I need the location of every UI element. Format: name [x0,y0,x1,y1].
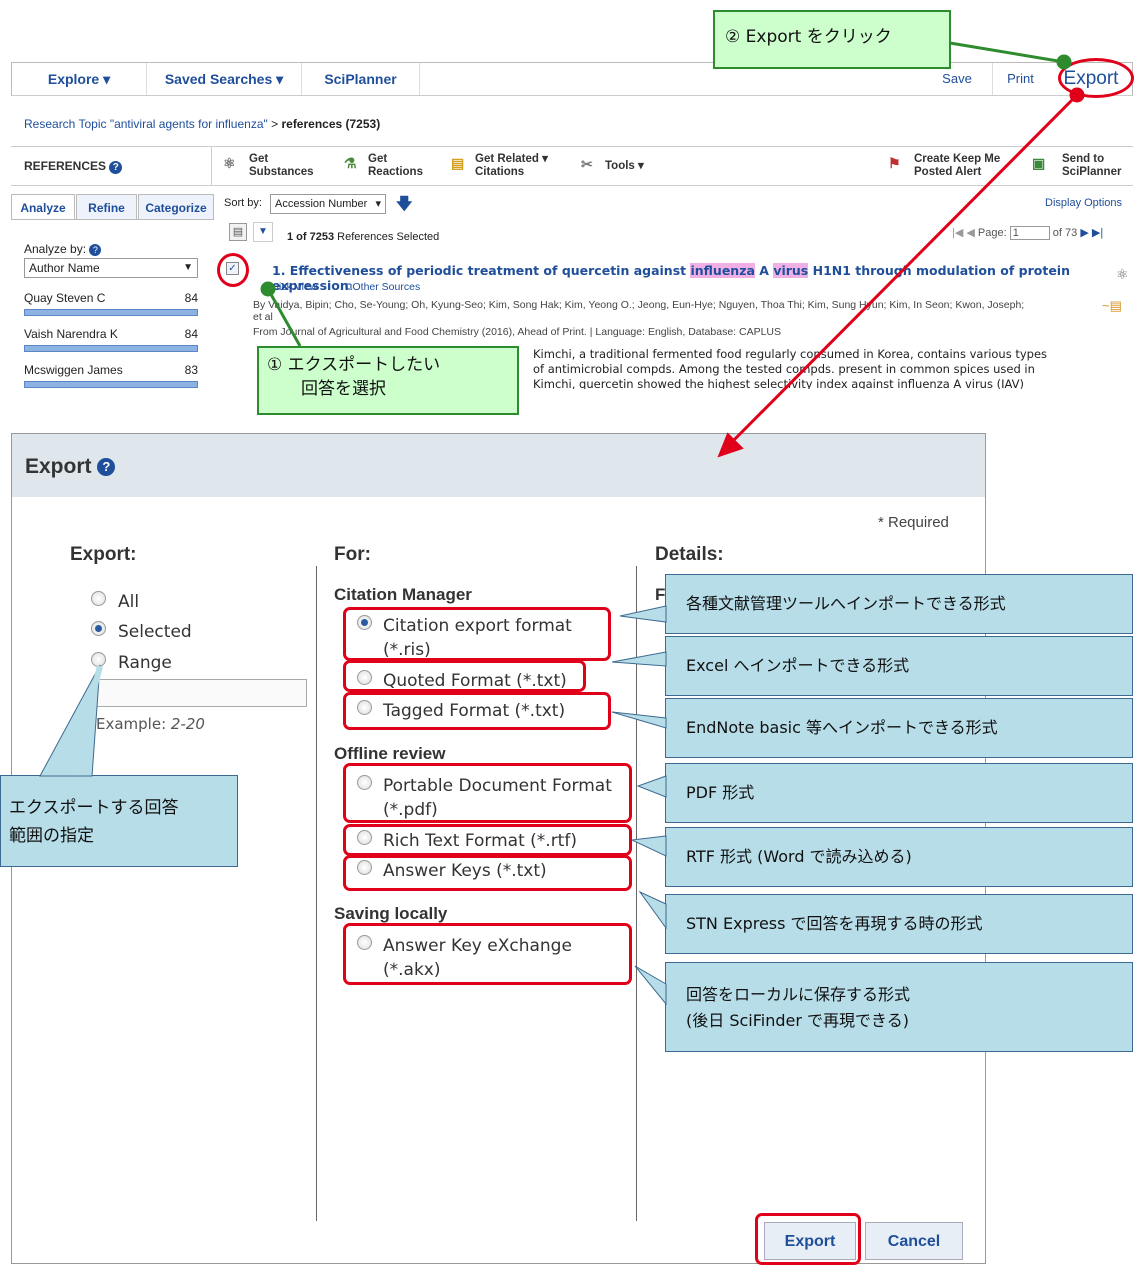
range-callout-pointer [39,664,101,777]
step2-connector [949,41,1065,64]
tagged-callout-pointer [611,711,667,729]
rtf-callout-pointer [630,835,667,857]
step1-connector [266,288,302,347]
pdf-callout-pointer [636,775,667,798]
step1-dot [260,281,276,297]
arrow-start-dot [1069,87,1085,103]
step2-dot [1056,54,1072,70]
answer-keys-callout-pointer [638,890,667,930]
annotation-arrows [39,41,1085,1006]
ris-callout-pointer [619,605,667,623]
quoted-callout-pointer [611,651,667,667]
akx-callout-pointer [634,965,667,1006]
export-to-dialog-arrow [728,93,1079,446]
